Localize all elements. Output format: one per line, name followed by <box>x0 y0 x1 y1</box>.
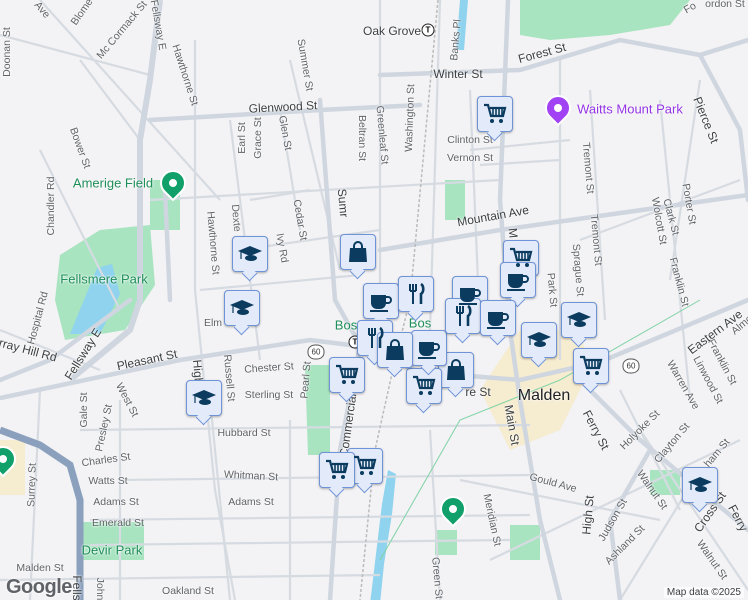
street-label: Clinton St <box>447 134 493 146</box>
street-label: Malden St <box>16 562 64 574</box>
shopping-marker[interactable] <box>340 234 376 270</box>
street-label: Vernon St <box>446 152 494 164</box>
shopping-marker[interactable] <box>438 352 474 388</box>
shopping-bag-icon <box>345 239 371 265</box>
street-label: Watts St <box>88 475 128 487</box>
street-label-oakland: Oakland St <box>162 585 214 597</box>
street-label: M <box>505 227 521 239</box>
school-marker[interactable] <box>521 322 557 358</box>
street-label: Adams St <box>228 496 274 508</box>
street-label: Gale St <box>78 392 90 428</box>
fork-knife-icon <box>450 303 476 329</box>
restaurant-marker[interactable] <box>445 298 481 334</box>
street-label: Grace St <box>252 117 264 159</box>
street-label: ordon St <box>705 0 745 10</box>
shopping-bag-icon <box>382 337 408 363</box>
grocery-marker[interactable] <box>573 348 609 384</box>
shopping-cart-icon <box>578 353 604 379</box>
street-label: Surrey St <box>25 462 39 508</box>
cafe-marker[interactable] <box>480 300 516 336</box>
route-60-shield: 60 <box>307 344 325 360</box>
school-marker[interactable] <box>682 467 718 503</box>
coffee-cup-icon <box>368 288 394 314</box>
coffee-cup-icon <box>416 335 442 361</box>
grocery-marker[interactable] <box>406 368 442 404</box>
map-canvas[interactable]: T T 60 60 Ave Blome Mc Cormack St Doonan… <box>0 0 748 600</box>
shopping-cart-icon <box>482 101 508 127</box>
graduation-cap-icon <box>526 327 552 353</box>
grocery-marker[interactable] <box>477 96 513 132</box>
street-label: Dexte <box>228 203 244 233</box>
street-label: Fells <box>70 575 84 600</box>
graduation-cap-icon <box>687 472 713 498</box>
cafe-marker[interactable] <box>363 283 399 319</box>
google-logo[interactable]: Google <box>6 576 72 599</box>
street-label: Beltran St <box>356 114 368 162</box>
summer-commercial <box>317 97 363 600</box>
school-marker[interactable] <box>232 236 268 272</box>
street-label: Doonan St <box>1 27 13 77</box>
grocery-marker[interactable] <box>329 357 365 393</box>
street-label: Hubbard St <box>217 427 271 439</box>
street-label: Earl St <box>236 122 248 154</box>
street-label: Elm <box>203 317 223 329</box>
school-marker[interactable] <box>186 380 222 416</box>
oak-grove-station-icon[interactable]: T <box>421 23 435 37</box>
street-label: Adams St <box>93 496 139 508</box>
place-label-devir-park[interactable]: Devir Park <box>82 543 143 558</box>
fork-knife-icon <box>403 281 429 307</box>
place-label-fellsmere-park[interactable]: Fellsmere Park <box>60 272 147 287</box>
place-label-malden: Malden <box>517 387 571 404</box>
school-marker[interactable] <box>224 290 260 326</box>
street-label: Sumr <box>334 188 352 218</box>
street-label: Chandler Rd <box>45 176 57 236</box>
grocery-marker[interactable] <box>347 448 383 484</box>
coffee-cup-icon <box>485 305 511 331</box>
restaurant-marker[interactable] <box>398 276 434 312</box>
street-label: John <box>94 577 106 600</box>
school-marker[interactable] <box>561 302 597 338</box>
graduation-cap-icon <box>566 307 592 333</box>
malden-river <box>370 470 396 600</box>
street-label: Emerald St <box>92 517 144 529</box>
coffee-cup-icon <box>505 267 531 293</box>
map-attribution[interactable]: Map data ©2025 <box>663 587 744 598</box>
shopping-cart-icon <box>334 362 360 388</box>
cafe-marker[interactable] <box>411 330 447 366</box>
shopping-bag-icon <box>443 357 469 383</box>
shopping-cart-icon <box>352 453 378 479</box>
street-label: Sterling St <box>244 389 294 401</box>
graduation-cap-icon <box>229 295 255 321</box>
cafe-marker[interactable] <box>500 262 536 298</box>
place-label-waitts-mount-park[interactable]: Waitts Mount Park <box>577 102 683 117</box>
shopping-cart-icon <box>411 373 437 399</box>
place-label-oak-grove: Oak Grove <box>362 24 422 38</box>
street-label-winter: Winter St <box>433 67 483 81</box>
grocery-marker[interactable] <box>319 452 355 488</box>
street-label: Washington St <box>402 83 418 153</box>
place-label-station[interactable]: Bos <box>335 318 357 333</box>
shopping-marker[interactable] <box>377 332 413 368</box>
graduation-cap-icon <box>191 385 217 411</box>
place-label-amerige-field[interactable]: Amerige Field <box>73 176 153 191</box>
route-60-shield: 60 <box>622 358 640 374</box>
graduation-cap-icon <box>237 241 263 267</box>
shopping-cart-icon <box>324 457 350 483</box>
